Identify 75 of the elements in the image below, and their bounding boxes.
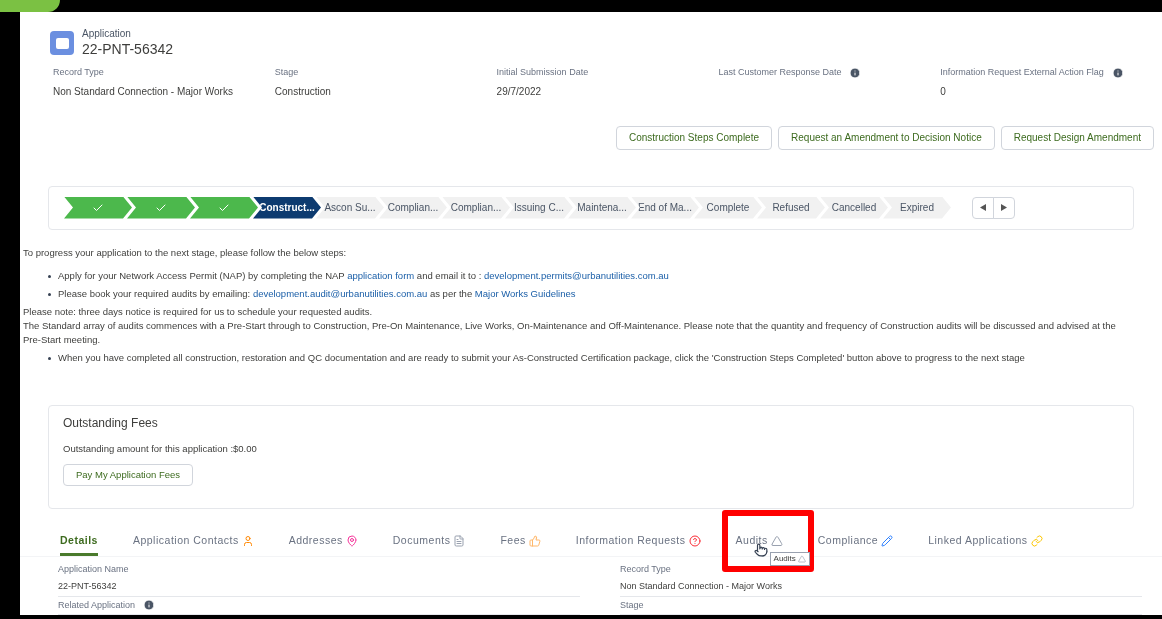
action-button[interactable]: Construction Steps Complete <box>615 125 773 150</box>
tab[interactable]: Application Contacts <box>132 528 254 556</box>
path-step[interactable]: Issuing C... <box>505 196 573 219</box>
bullet-icon <box>48 274 51 278</box>
object-type: Application <box>82 28 132 41</box>
path-step[interactable] <box>190 196 258 219</box>
pencil-icon <box>881 534 894 547</box>
bullet-icon <box>48 292 51 296</box>
field-label: Application Name <box>58 562 129 576</box>
link[interactable]: Major Works Guidelines <box>474 287 576 299</box>
instruction-text: as per the <box>428 287 474 299</box>
link[interactable]: application form <box>347 269 415 281</box>
pay-fees-button[interactable]: Pay My Application Fees <box>63 463 194 486</box>
tab[interactable]: Linked Applications <box>928 528 1043 556</box>
instruction-text: Apply for your Network Access Permit (NAP) by completing the NAP <box>58 269 346 281</box>
instruction-text: Please note: three days notice is required for us to schedule your requested audits. <box>23 305 373 317</box>
field-label: Record Type <box>53 66 104 79</box>
pin-icon <box>345 534 358 547</box>
instruction-text: and email it to : <box>415 269 483 281</box>
instructions-intro: To progress your application to the next stage, please follow the below steps: <box>23 245 348 260</box>
field-label: Record Type <box>620 562 671 576</box>
field-label: Information Request External Action Flag <box>940 66 1104 79</box>
instruction-text: When you have completed all construction, restoration and QC documentation and are ready to submit your As-Constructed Certification package, click the 'Construction Steps Completed' button above to progress to the next stage <box>58 351 1025 363</box>
link[interactable]: development.permits@urbanutilities.com.au <box>483 269 669 281</box>
field-value: 29/7/2022 <box>496 84 543 99</box>
record-number: 22-PNT-56342 <box>82 40 174 58</box>
path-step[interactable]: Complian... <box>442 196 510 219</box>
link[interactable]: development.audit@urbanutilities.com.au <box>252 287 428 299</box>
path-step[interactable] <box>64 196 132 219</box>
field-value: Non Standard Connection - Major Works <box>620 580 783 593</box>
record-icon <box>50 31 74 55</box>
question-icon <box>688 534 701 547</box>
person-icon <box>241 534 254 547</box>
tooltip: Audits <box>769 551 810 566</box>
fees-title: Outstanding Fees <box>63 414 159 432</box>
tab[interactable]: Information Requests <box>575 528 701 556</box>
instruction-text: The Standard array of audits commences with a Pre-Start through to Construction, Pre-On Maintenance, Live Works, On-Maintenance and Off-Maintenance. Please note that the quantity and frequency of Construction audits will be discussed and advised at the Pre-Start meeting. <box>23 319 1116 345</box>
field-value: 22-PNT-56342 <box>58 580 118 593</box>
previous-button[interactable] <box>972 196 994 219</box>
link-icon <box>1030 534 1043 547</box>
path-step[interactable]: Ascon Su... <box>316 196 384 219</box>
path-step[interactable]: Complian... <box>379 196 447 219</box>
path-step[interactable] <box>127 196 195 219</box>
bullet-icon <box>48 356 51 360</box>
instruction-text: Please book your required audits by emailing: <box>58 287 252 299</box>
tab[interactable]: Compliance <box>817 528 894 556</box>
field-label: Related Application <box>58 598 136 612</box>
thumbs-up-icon <box>528 534 541 547</box>
field-label: Stage <box>274 66 299 79</box>
path-step[interactable]: Refused <box>757 196 825 219</box>
left-triangle-icon <box>980 204 986 211</box>
action-button[interactable]: Request Design Amendment <box>1000 125 1154 150</box>
path-step[interactable]: Construct... <box>253 196 321 219</box>
path-step[interactable]: Maintena... <box>568 196 636 219</box>
fees-amount: Outstanding amount for this application :$0.00 <box>63 441 258 456</box>
right-triangle-icon <box>1001 204 1007 211</box>
document-icon <box>453 534 466 547</box>
field-label: Last Customer Response Date <box>718 66 842 79</box>
field-value: Non Standard Connection - Major Works <box>53 84 234 99</box>
path-step[interactable]: Complete <box>694 196 762 219</box>
tab[interactable]: Documents <box>392 528 466 556</box>
field-value: Construction <box>274 84 332 99</box>
field-label: Initial Submission Date <box>496 66 589 79</box>
path-step[interactable]: Cancelled <box>820 196 888 219</box>
path-step[interactable]: End of Ma... <box>631 196 699 219</box>
tab[interactable]: Addresses <box>288 528 358 556</box>
field-label: Stage <box>620 598 644 612</box>
path-step[interactable]: Expired <box>883 196 951 219</box>
tab[interactable]: Details <box>60 528 98 556</box>
next-button[interactable] <box>993 196 1015 219</box>
corner-decoration <box>0 0 60 12</box>
action-button[interactable]: Request an Amendment to Decision Notice <box>778 125 995 150</box>
tab[interactable]: Fees <box>500 528 541 556</box>
field-value: 0 <box>940 84 947 99</box>
triangle-icon <box>770 534 783 547</box>
